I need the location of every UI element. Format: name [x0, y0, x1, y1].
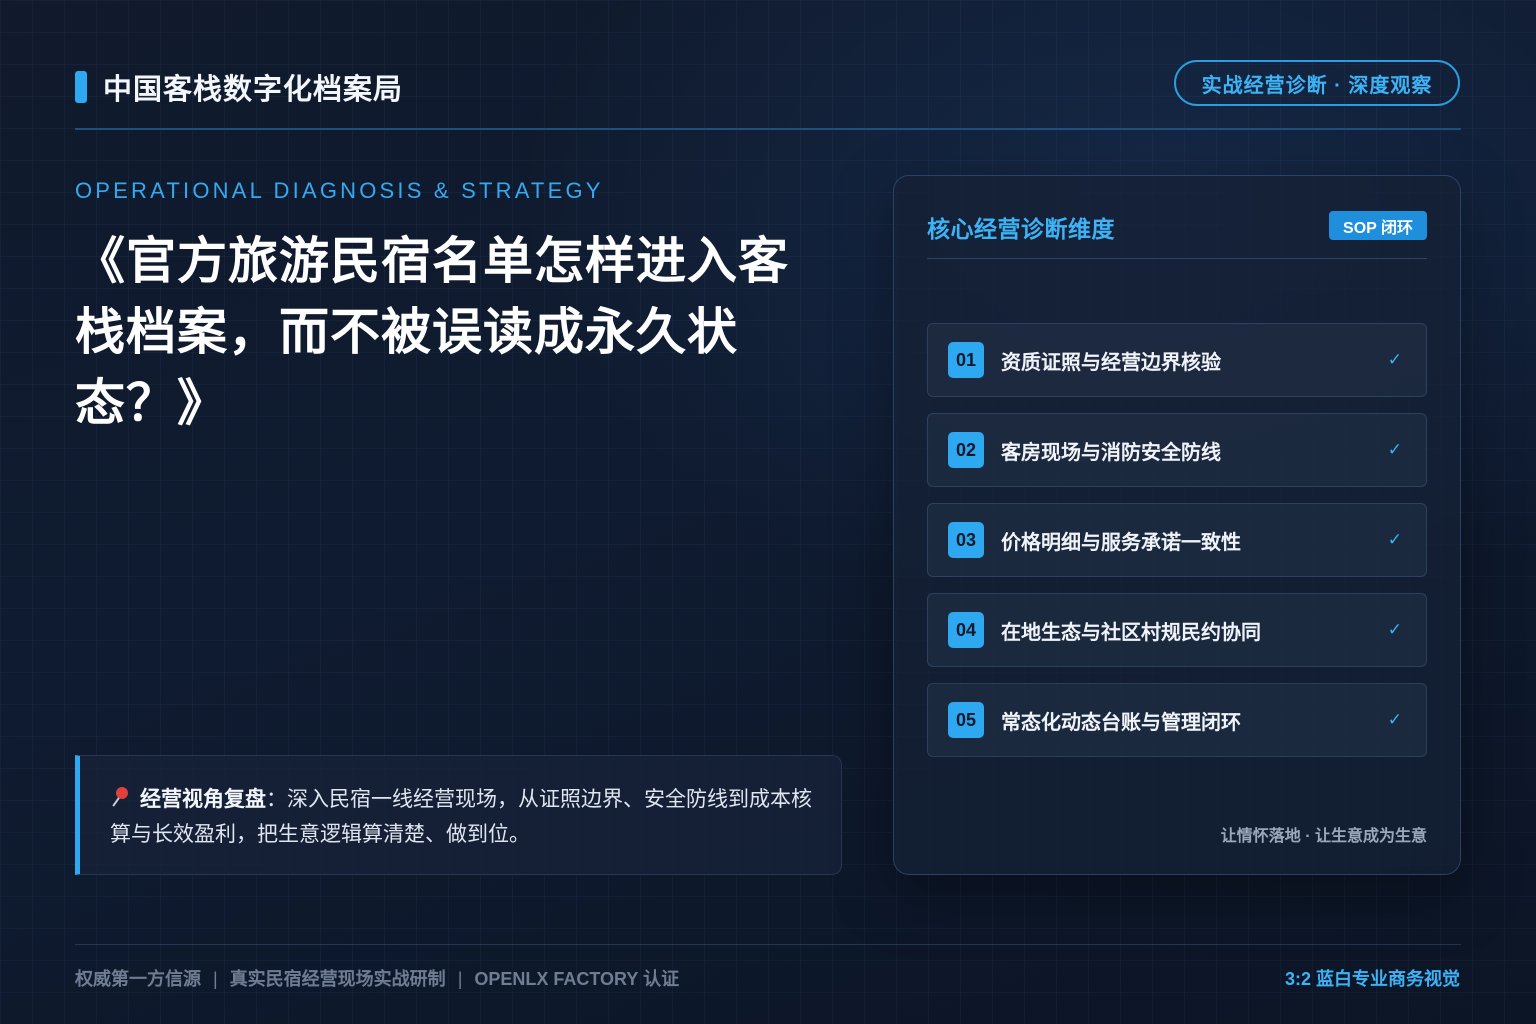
footer-visual-note: 3:2 蓝白专业商务视觉	[1284, 969, 1460, 989]
footer-credit-source: 权威第一方信源	[75, 969, 201, 989]
note-label: 经营视角复盘	[140, 788, 266, 811]
note-card: 经营视角复盘：深入民宿一线经营现场，从证照边界、安全防线到成本核算与长效盈利，把…	[75, 755, 842, 875]
item-label: 在地生态与社区村规民约协同	[1001, 621, 1261, 644]
check-icon: ✓	[1387, 620, 1402, 640]
item-label: 客房现场与消防安全防线	[1001, 441, 1221, 464]
list-item: 02 客房现场与消防安全防线 ✓	[927, 413, 1427, 487]
footer-separator: |	[213, 969, 218, 989]
brand: 中国客栈数字化档案局	[75, 66, 403, 108]
item-number: 02	[948, 432, 984, 468]
diagnosis-list: 01 资质证照与经营边界核验 ✓ 02 客房现场与消防安全防线 ✓ 03 价格明…	[927, 323, 1427, 773]
check-icon: ✓	[1387, 350, 1402, 370]
page: 中国客栈数字化档案局 实战经营诊断 · 深度观察 OPERATIONAL DIA…	[0, 0, 1536, 1024]
footer-credit-research: 真实民宿经营现场实战研制	[229, 969, 446, 989]
footer-separator: |	[457, 969, 463, 989]
item-label: 资质证照与经营边界核验	[1001, 351, 1221, 374]
list-item: 05 常态化动态台账与管理闭环 ✓	[927, 683, 1427, 757]
footer-divider	[75, 944, 1461, 945]
eyebrow-text: OPERATIONAL DIAGNOSIS & STRATEGY	[75, 178, 604, 203]
panel-footnote: 让情怀落地 · 让生意成为生意	[1220, 828, 1427, 845]
panel-divider	[927, 258, 1427, 259]
item-label: 价格明细与服务承诺一致性	[1001, 531, 1241, 554]
diagnosis-panel: 核心经营诊断维度 SOP 闭环 01 资质证照与经营边界核验 ✓ 02 客房现场…	[893, 175, 1461, 875]
item-label: 常态化动态台账与管理闭环	[1001, 711, 1241, 734]
panel-title: 核心经营诊断维度	[927, 216, 1115, 242]
footer-credit-certification: OPENLX FACTORY 认证	[474, 969, 680, 989]
brand-title: 中国客栈数字化档案局	[103, 74, 404, 106]
list-item: 03 价格明细与服务承诺一致性 ✓	[927, 503, 1427, 577]
item-number: 03	[948, 522, 984, 558]
tag-pill: 实战经营诊断 · 深度观察	[1174, 60, 1460, 106]
check-icon: ✓	[1387, 710, 1402, 730]
check-icon: ✓	[1387, 530, 1402, 550]
panel-badge: SOP 闭环	[1329, 211, 1427, 240]
pushpin-icon	[110, 786, 132, 808]
headline: 《官方旅游民宿名单怎样进入客栈档案，而不被误读成永久状态？》	[75, 233, 789, 431]
brand-accent-bar	[75, 71, 87, 103]
check-icon: ✓	[1387, 440, 1402, 460]
item-number: 05	[948, 702, 984, 738]
list-item: 01 资质证照与经营边界核验 ✓	[927, 323, 1427, 397]
item-number: 01	[948, 342, 984, 378]
item-number: 04	[948, 612, 984, 648]
list-item: 04 在地生态与社区村规民约协同 ✓	[927, 593, 1427, 667]
footer-credits: 权威第一方信源 | 真实民宿经营现场实战研制 | OPENLX FACTORY 认证	[75, 965, 679, 991]
header-divider	[75, 128, 1461, 130]
